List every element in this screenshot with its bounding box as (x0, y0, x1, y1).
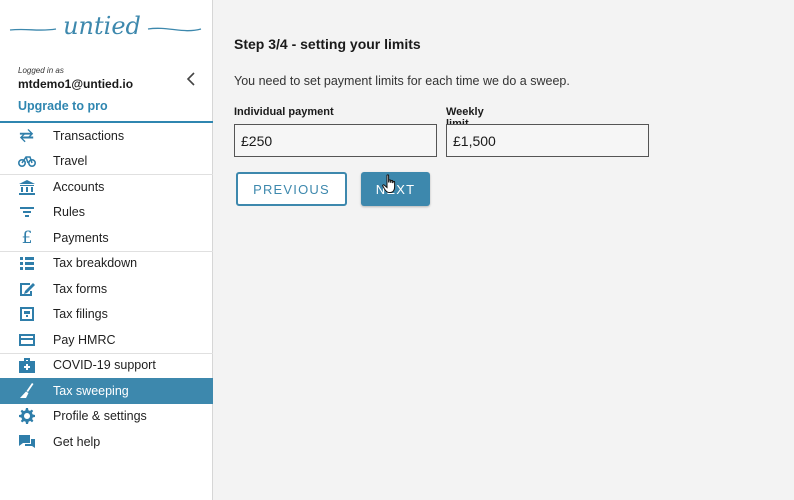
sidebar-item-transactions[interactable]: Transactions (0, 123, 213, 149)
weekly-limit-input[interactable] (446, 124, 649, 157)
arrows-exchange-icon (17, 128, 37, 144)
collapse-sidebar-button[interactable] (186, 72, 196, 90)
sidebar-item-label: Tax sweeping (53, 383, 129, 398)
hand-cursor-icon (382, 174, 396, 193)
previous-button[interactable]: Previous (236, 172, 347, 206)
list-icon (17, 255, 37, 271)
sidebar-item-tax-sweeping[interactable]: Tax sweeping (0, 378, 213, 404)
sidebar-item-label: Payments (53, 230, 109, 245)
logo-text: untied (63, 12, 141, 40)
individual-payment-input[interactable] (234, 124, 437, 157)
sidebar-item-label: Tax filings (53, 307, 108, 322)
sidebar-item-label: Profile & settings (53, 409, 147, 424)
sidebar: untied Logged in as mtdemo1@untied.io Up… (0, 0, 213, 500)
individual-payment-label: Individual payment (234, 106, 334, 118)
form-edit-icon (17, 281, 37, 297)
sidebar-item-label: Pay HMRC (53, 332, 116, 347)
sidebar-item-label: Rules (53, 205, 85, 220)
bank-icon (17, 179, 37, 195)
page-title: Step 3/4 - setting your limits (234, 36, 421, 52)
sidebar-item-profile-settings[interactable]: Profile & settings (0, 404, 213, 430)
sidebar-item-label: Tax breakdown (53, 256, 138, 271)
sidebar-item-tax-forms[interactable]: Tax forms (0, 276, 213, 302)
sidebar-item-pay-hmrc[interactable]: Pay HMRC (0, 327, 213, 353)
sidebar-item-payments[interactable]: £ Payments (0, 225, 213, 251)
credit-card-icon (17, 332, 37, 348)
user-email: mtdemo1@untied.io (18, 77, 134, 91)
logged-in-label: Logged in as (18, 66, 64, 75)
filing-icon (17, 306, 37, 322)
upgrade-link[interactable]: Upgrade to pro (18, 99, 108, 113)
sidebar-item-accounts[interactable]: Accounts (0, 174, 213, 200)
chevron-left-icon (186, 72, 195, 86)
sidebar-item-tax-filings[interactable]: Tax filings (0, 302, 213, 328)
user-block: Logged in as mtdemo1@untied.io Upgrade t… (18, 66, 208, 115)
bicycle-icon (17, 153, 37, 169)
sidebar-item-label: Travel (53, 154, 88, 169)
sidebar-item-get-help[interactable]: Get help (0, 429, 213, 455)
sidebar-item-covid-support[interactable]: COVID-19 support (0, 352, 213, 379)
sidebar-item-rules[interactable]: Rules (0, 200, 213, 226)
pound-icon: £ (21, 227, 33, 248)
sidebar-item-label: COVID-19 support (53, 358, 156, 373)
medical-kit-icon (17, 357, 37, 374)
sidebar-item-label: Accounts (53, 179, 105, 194)
chat-icon (17, 434, 37, 450)
untied-logo[interactable]: untied (8, 8, 203, 46)
main-content: Step 3/4 - setting your limits You need … (234, 36, 649, 206)
sidebar-item-tax-breakdown[interactable]: Tax breakdown (0, 250, 213, 277)
sidebar-nav: Transactions Travel Accounts Rules £ Pay… (0, 123, 213, 455)
sidebar-item-label: Get help (53, 434, 101, 449)
broom-icon (17, 382, 37, 399)
step-description: You need to set payment limits for each … (234, 74, 570, 88)
sidebar-item-label: Tax forms (53, 281, 108, 296)
filter-icon (17, 204, 37, 220)
sidebar-item-label: Transactions (53, 128, 125, 143)
sidebar-item-travel[interactable]: Travel (0, 149, 213, 175)
gear-icon (17, 408, 37, 425)
